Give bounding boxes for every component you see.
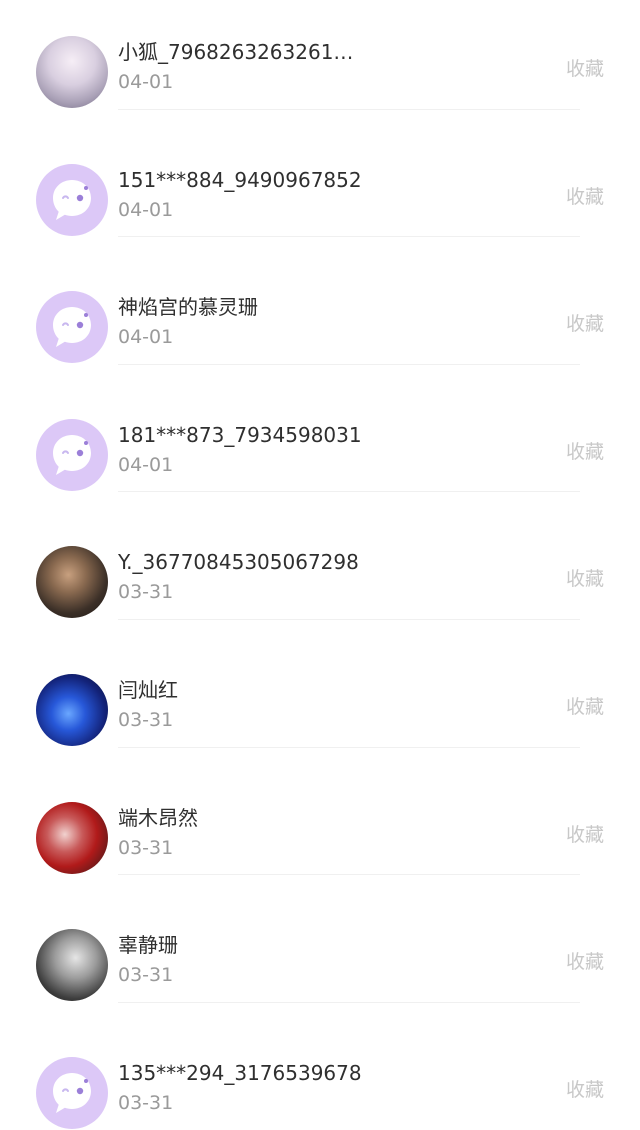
user-name: 闫灿红: [118, 677, 178, 702]
list-item[interactable]: Y._36770845305067298 03-31 收藏: [0, 492, 640, 620]
user-name: 135***294_3176539678: [118, 1060, 362, 1085]
user-name: 151***884_9490967852: [118, 167, 362, 192]
favorite-button[interactable]: 收藏: [566, 567, 604, 591]
favorite-button[interactable]: 收藏: [566, 1078, 604, 1102]
avatar[interactable]: [36, 36, 108, 108]
avatar[interactable]: [36, 801, 108, 874]
favorite-button[interactable]: 收藏: [566, 185, 604, 209]
favorite-button[interactable]: 收藏: [566, 57, 604, 81]
bubble-eye-right: [76, 449, 84, 456]
item-date: 03-31: [118, 964, 174, 987]
chat-bubble-shape: [53, 179, 91, 220]
avatar[interactable]: [36, 163, 108, 236]
favorite-button[interactable]: 收藏: [566, 950, 604, 974]
avatar[interactable]: [36, 673, 108, 746]
user-name: 小狐_7968263263261…: [118, 40, 354, 64]
user-name: 神焰宫的慕灵珊: [118, 295, 258, 320]
favorite-button[interactable]: 收藏: [566, 695, 604, 719]
bubble-sparkle: [84, 313, 88, 318]
list-item[interactable]: 端木昂然 03-31 收藏: [0, 748, 640, 876]
list-item[interactable]: 小狐_7968263263261… 04-01 收藏: [0, 0, 640, 110]
user-name: 181***873_7934598031: [118, 422, 362, 447]
bubble-eye-right: [76, 1087, 84, 1094]
chat-bubble-icon: [53, 1072, 91, 1113]
list-item[interactable]: 181***873_7934598031 04-01 收藏: [0, 365, 640, 493]
item-date: 04-01: [118, 453, 174, 476]
item-date: 03-31: [118, 581, 174, 604]
item-date: 03-31: [118, 836, 174, 859]
bubble-eye-right: [76, 194, 84, 201]
avatar[interactable]: [36, 291, 108, 364]
list-item[interactable]: 辜静珊 03-31 收藏: [0, 875, 640, 1003]
bubble-sparkle: [84, 185, 88, 190]
item-date: 04-01: [118, 326, 174, 349]
chat-bubble-icon: [53, 179, 91, 220]
item-date: 04-01: [118, 71, 174, 93]
chat-bubble-shape: [53, 307, 91, 348]
user-name: 辜静珊: [118, 933, 178, 958]
avatar[interactable]: [36, 1056, 108, 1129]
user-list: 小狐_7968263263261… 04-01 收藏 151***884_949…: [0, 0, 640, 1130]
list-item[interactable]: 135***294_3176539678 03-31 收藏: [0, 1003, 640, 1130]
bubble-sparkle: [84, 1078, 88, 1083]
favorite-button[interactable]: 收藏: [566, 823, 604, 847]
chat-bubble-shape: [53, 1072, 91, 1113]
chat-bubble-shape: [53, 434, 91, 475]
bubble-sparkle: [84, 440, 88, 445]
list-item[interactable]: 神焰宫的慕灵珊 04-01 收藏: [0, 237, 640, 365]
list-item[interactable]: 151***884_9490967852 04-01 收藏: [0, 110, 640, 238]
list-item[interactable]: 闫灿红 03-31 收藏: [0, 620, 640, 748]
user-name: Y._36770845305067298: [118, 550, 359, 575]
bubble-eye-right: [76, 321, 84, 329]
item-date: 03-31: [118, 1091, 174, 1114]
favorite-button[interactable]: 收藏: [566, 440, 604, 464]
item-date: 03-31: [118, 708, 174, 731]
user-name: 端木昂然: [118, 805, 198, 830]
avatar[interactable]: [36, 929, 108, 1002]
favorite-button[interactable]: 收藏: [566, 312, 604, 336]
avatar[interactable]: [36, 546, 108, 619]
avatar[interactable]: [36, 418, 108, 491]
chat-bubble-icon: [53, 307, 91, 348]
chat-bubble-icon: [53, 434, 91, 475]
item-date: 04-01: [118, 198, 174, 221]
